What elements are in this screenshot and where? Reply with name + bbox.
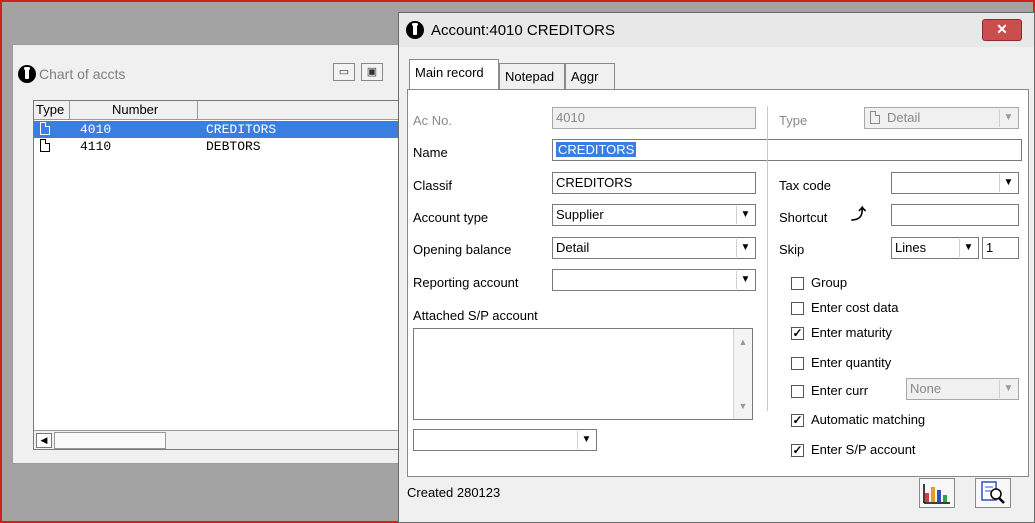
column-header-name[interactable] <box>198 101 408 119</box>
list-item[interactable]: 4010 CREDITORS <box>34 121 404 138</box>
dialog-titlebar: Account:4010 CREDITORS ✕ <box>399 13 1034 47</box>
enter-sp-account-label: Enter S/P account <box>811 442 916 457</box>
chevron-down-icon[interactable]: ▼ <box>999 174 1017 192</box>
chevron-down-icon[interactable]: ▼ <box>736 206 754 224</box>
enter-quantity-checkbox[interactable] <box>791 357 804 370</box>
document-icon <box>40 139 50 152</box>
column-header-number[interactable]: Number <box>70 101 198 119</box>
skip-count-input[interactable]: 1 <box>982 237 1019 259</box>
account-dialog: Account:4010 CREDITORS ✕ Main record Not… <box>398 12 1035 523</box>
attached-sp-label: Attached S/P account <box>413 308 538 323</box>
accounts-list[interactable]: Type Number 4010 CREDITORS 4110 DEBTORS … <box>33 100 405 450</box>
ac-no-label: Ac No. <box>413 113 453 128</box>
chevron-down-icon[interactable]: ▼ <box>736 271 754 289</box>
chevron-down-icon: ▼ <box>999 109 1017 127</box>
skip-label: Skip <box>779 242 805 257</box>
account-type-label: Account type <box>413 210 489 225</box>
bar-chart-icon <box>923 484 950 504</box>
shortcut-arrow-icon: ⤴ <box>851 206 867 223</box>
enter-maturity-label: Enter maturity <box>811 325 892 340</box>
account-number: 4110 <box>80 139 112 154</box>
enter-curr-label: Enter curr <box>811 383 869 398</box>
app-icon <box>406 21 424 39</box>
name-value: CREDITORS <box>556 142 637 157</box>
shortcut-input[interactable] <box>891 204 1019 226</box>
enter-cost-data-label: Enter cost data <box>811 300 899 315</box>
minimize-button[interactable]: ▭ <box>333 63 355 81</box>
opening-balance-value: Detail <box>556 240 590 255</box>
tab-main-record[interactable]: Main record <box>409 59 499 89</box>
coa-title: Chart of accts <box>39 66 126 82</box>
opening-balance-select[interactable]: Detail ▼ <box>552 237 756 259</box>
chart-of-accounts-window: Chart of accts ▭ ▣ Type Number 4010 CRED… <box>12 44 414 464</box>
classif-input[interactable]: CREDITORS <box>552 172 756 194</box>
account-name: DEBTORS <box>206 139 261 154</box>
created-status: Created 280123 <box>407 485 501 500</box>
document-search-icon <box>981 481 1005 504</box>
account-number: 4010 <box>80 122 112 137</box>
tab-notepad[interactable]: Notepad <box>499 63 565 89</box>
coa-titlebar: Chart of accts ▭ ▣ <box>13 45 413 97</box>
opening-balance-label: Opening balance <box>413 242 512 257</box>
enter-cost-data-checkbox[interactable] <box>791 302 804 315</box>
enter-quantity-label: Enter quantity <box>811 355 892 370</box>
type-select: Detail ▼ <box>864 107 1019 129</box>
close-button[interactable]: ✕ <box>982 19 1022 41</box>
chart-button[interactable] <box>919 478 955 508</box>
tax-code-select[interactable]: ▼ <box>891 172 1019 194</box>
column-header-type[interactable]: Type <box>34 101 70 119</box>
reporting-account-select[interactable]: ▼ <box>552 269 756 291</box>
shortcut-label: Shortcut <box>779 210 828 225</box>
reporting-account-label: Reporting account <box>413 275 519 290</box>
automatic-matching-label: Automatic matching <box>811 412 926 427</box>
scroll-up-icon[interactable]: ▲ <box>736 335 750 349</box>
account-type-select[interactable]: Supplier ▼ <box>552 204 756 226</box>
document-icon <box>40 122 50 135</box>
enter-curr-checkbox[interactable] <box>791 385 804 398</box>
chevron-down-icon[interactable]: ▼ <box>959 239 977 257</box>
group-label: Group <box>811 275 848 290</box>
name-label: Name <box>413 145 448 160</box>
type-value: Detail <box>887 110 921 125</box>
restore-button[interactable]: ▣ <box>361 63 383 81</box>
scroll-left-icon[interactable]: ◀ <box>36 433 52 448</box>
app-icon <box>18 65 36 83</box>
document-icon <box>870 111 880 124</box>
enter-sp-account-checkbox[interactable]: ✓ <box>791 444 804 457</box>
automatic-matching-checkbox[interactable]: ✓ <box>791 414 804 427</box>
chevron-down-icon[interactable]: ▼ <box>736 239 754 257</box>
name-input[interactable]: CREDITORS <box>552 139 1022 161</box>
type-label: Type <box>779 113 808 128</box>
list-header: Type Number <box>34 101 404 120</box>
tab-aggr[interactable]: Aggr <box>565 63 615 89</box>
classif-label: Classif <box>413 178 453 193</box>
currency-value: None <box>910 381 942 396</box>
vertical-scrollbar[interactable]: ▲ ▼ <box>733 329 752 419</box>
tax-code-label: Tax code <box>779 178 832 193</box>
list-item[interactable]: 4110 DEBTORS <box>34 138 404 155</box>
currency-select: None ▼ <box>906 378 1019 400</box>
ac-no-field: 4010 <box>552 107 756 129</box>
skip-unit-value: Lines <box>895 240 927 255</box>
preview-button[interactable] <box>975 478 1011 508</box>
attached-sp-textarea[interactable]: ▲ ▼ <box>413 328 753 420</box>
scroll-down-icon[interactable]: ▼ <box>736 399 750 413</box>
horizontal-scrollbar[interactable]: ◀ <box>34 430 404 449</box>
account-name: CREDITORS <box>206 122 277 137</box>
chevron-down-icon: ▼ <box>999 380 1017 398</box>
chevron-down-icon[interactable]: ▼ <box>577 431 595 449</box>
dialog-title: Account:4010 CREDITORS <box>431 22 615 39</box>
skip-unit-select[interactable]: Lines ▼ <box>891 237 979 259</box>
enter-maturity-checkbox[interactable]: ✓ <box>791 327 804 340</box>
scroll-thumb[interactable] <box>54 432 166 449</box>
account-type-value: Supplier <box>556 207 604 222</box>
column-divider <box>767 106 768 411</box>
group-checkbox[interactable] <box>791 277 804 290</box>
attached-sp-select[interactable]: ▼ <box>413 429 597 451</box>
